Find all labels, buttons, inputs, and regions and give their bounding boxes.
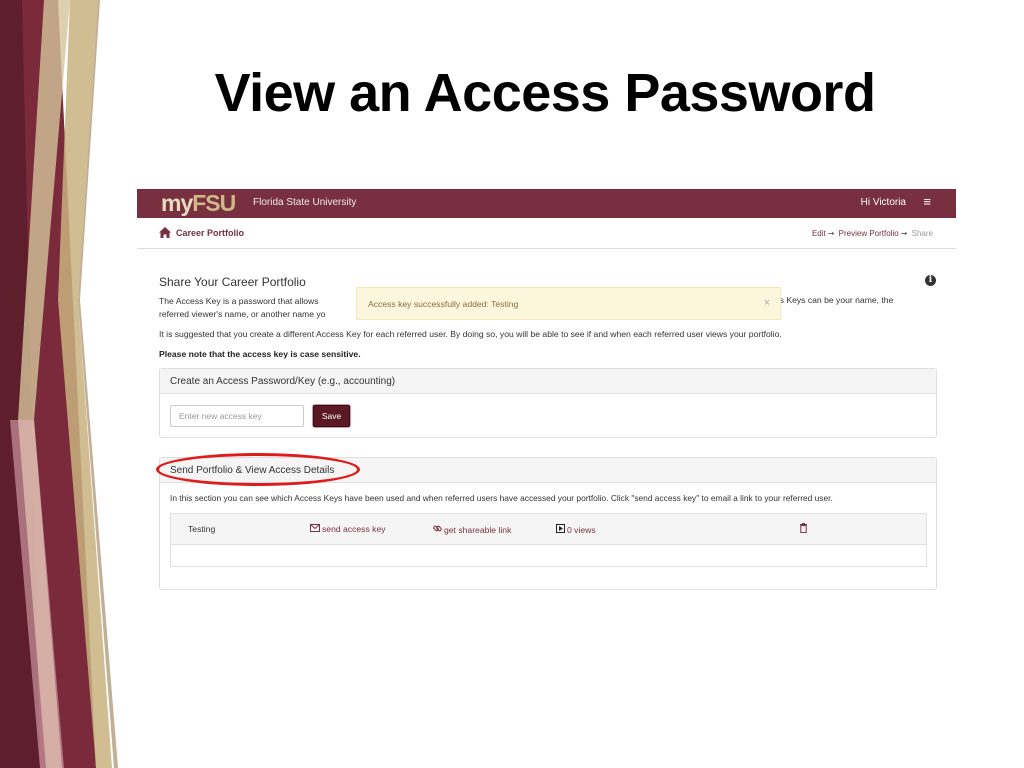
get-shareable-link[interactable]: get shareable link [433,524,511,535]
table-row: Testing send access key get shareable li… [171,514,926,545]
send-access-key-link[interactable]: send access key [310,524,386,534]
user-greeting[interactable]: Hi Victoria [861,197,906,208]
suggestion-text: It is suggested that you create a differ… [159,329,782,339]
create-panel-title: Create an Access Password/Key (e.g., acc… [170,376,396,387]
panel-header: Create an Access Password/Key (e.g., acc… [160,369,936,394]
arrow-right-icon: ➞ [827,229,835,238]
create-access-key-panel: Create an Access Password/Key (e.g., acc… [159,368,937,438]
arrow-right-icon: ➞ [900,229,908,238]
breadcrumb-career-portfolio[interactable]: Career Portfolio [176,228,244,238]
save-button[interactable]: Save [313,405,350,427]
close-icon[interactable]: × [764,297,770,309]
link-icon [433,525,442,532]
info-icon[interactable]: i [925,275,936,286]
step-preview-portfolio[interactable]: Preview Portfolio [839,229,899,238]
highlight-circle [156,453,360,486]
access-key-input[interactable] [170,405,304,427]
hamburger-menu-icon[interactable]: ≡ [923,195,931,209]
views-count[interactable]: 0 views [556,524,596,535]
access-key-description-right: ccess Keys can be your name, the [762,295,894,305]
university-name: Florida State University [253,197,357,208]
send-panel-description: In this section you can see which Access… [170,493,833,503]
trash-icon[interactable] [799,523,808,533]
access-key-description: The Access Key is a password that allows… [159,296,326,319]
home-icon[interactable] [159,227,171,238]
breadcrumb: Career Portfolio Edit ➞ Preview Portfolio… [137,218,956,249]
access-key-name: Testing [188,524,216,534]
play-icon [556,524,565,533]
case-sensitive-note: Please note that the access key is case … [159,349,361,359]
alert-message: Access key successfully added: Testing [368,299,519,309]
portfolio-screenshot: myFSU Florida State University Hi Victor… [137,189,956,609]
page-heading: Share Your Career Portfolio [159,275,306,289]
slide-decoration [0,0,118,768]
myfsu-logo[interactable]: myFSU [161,190,236,217]
step-edit[interactable]: Edit [812,229,826,238]
top-navbar: myFSU Florida State University Hi Victor… [137,189,956,218]
envelope-icon [310,524,320,532]
success-alert: Access key successfully added: Testing × [356,287,781,320]
portfolio-steps: Edit ➞ Preview Portfolio ➞ Share [812,229,933,238]
step-share: Share [911,229,933,238]
slide-title: View an Access Password [214,63,876,123]
access-keys-table: Testing send access key get shareable li… [170,513,927,567]
